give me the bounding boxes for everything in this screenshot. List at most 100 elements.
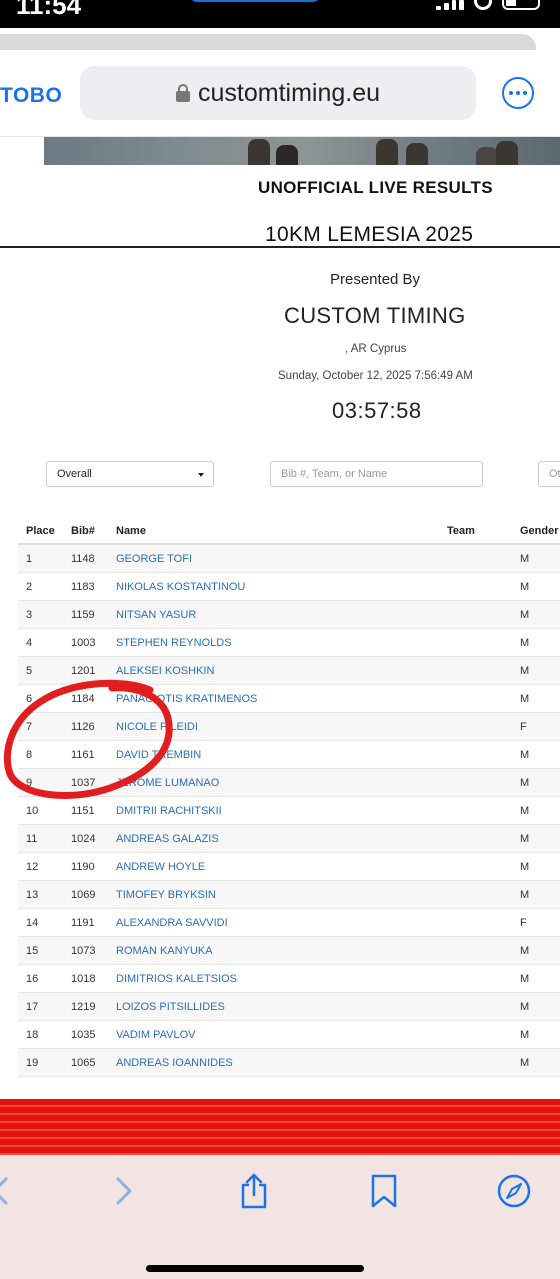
place-cell: 12 [26,861,39,873]
name-link[interactable]: ANDREAS IOANNIDES [116,1057,233,1069]
gender-cell: M [520,637,530,649]
division-select-value: Overall [57,468,92,480]
bib-cell: 1037 [71,777,96,789]
table-row[interactable]: 19 1065 ANDREAS IOANNIDES M [18,1049,560,1077]
column-header-place[interactable]: Place [26,525,55,537]
bib-cell: 1159 [71,609,95,621]
secondary-filter[interactable]: Ot [538,461,560,487]
table-row[interactable]: 15 1073 ROMAN KANYUKA M [18,937,560,965]
gender-cell: M [520,973,530,985]
table-row[interactable]: 4 1003 STEPHEN REYNOLDS M [18,629,560,657]
column-header-gender[interactable]: Gender [520,525,559,537]
table-row[interactable]: 10 1151 DMITRII RACHITSKII M [18,797,560,825]
name-link[interactable]: TIMOFEY BRYKSIN [116,889,216,901]
lock-icon [175,84,190,102]
name-link[interactable]: ALEXANDRA SAVVIDI [116,917,228,929]
table-row[interactable]: 8 1161 DAVID TREMBIN M [18,741,560,769]
bib-cell: 1126 [71,721,95,733]
browser-bar: TOBO customtiming.eu [0,50,560,136]
bib-cell: 1161 [71,749,95,761]
name-link[interactable]: ROMAN KANYUKA [116,945,213,957]
place-cell: 3 [26,609,33,621]
gender-cell: M [520,1057,530,1069]
column-header-bib[interactable]: Bib# [71,525,95,537]
gender-cell: M [520,1029,530,1041]
battery-icon [502,0,540,10]
url-text: customtiming.eu [197,78,381,107]
name-link[interactable]: DIMITRIOS KALETSIOS [116,973,237,985]
division-select[interactable]: Overall [46,461,214,487]
place-cell: 4 [26,637,33,649]
bib-cell: 1190 [71,861,95,873]
bib-cell: 1219 [71,1001,96,1013]
name-link[interactable]: NITSAN YASUR [116,609,196,621]
home-indicator [146,1265,364,1272]
table-row[interactable]: 5 1201 ALEKSEI KOSHKIN M [18,657,560,685]
name-link[interactable]: STEPHEN REYNOLDS [116,637,232,649]
results-heading: UNOFFICIAL LIVE RESULTS [258,178,493,197]
name-link[interactable]: PANAGIOTIS KRATIMENOS [116,693,257,705]
back-button[interactable]: TOBO [0,84,62,108]
table-row[interactable]: 13 1069 TIMOFEY BRYKSIN M [18,881,560,909]
gender-cell: M [520,553,530,565]
gender-cell: M [520,777,530,789]
table-row[interactable]: 6 1184 PANAGIOTIS KRATIMENOS M [18,685,560,713]
name-link[interactable]: NIKOLAS KOSTANTINOU [116,581,245,593]
gender-cell: M [520,861,530,873]
name-link[interactable]: NICOLE PILEIDI [116,721,198,733]
ad-banner[interactable] [0,1099,560,1155]
share-icon[interactable] [234,1171,274,1211]
name-link[interactable]: LOIZOS PITSILLIDES [116,1001,225,1013]
event-title: 10KM LEMESIA 2025 [265,223,474,246]
place-cell: 10 [26,805,39,817]
name-link[interactable]: ANDREAS GALAZIS [116,833,219,845]
table-row[interactable]: 18 1035 VADIM PAVLOV M [18,1021,560,1049]
table-row[interactable]: 14 1191 ALEXANDRA SAVVIDI F [18,909,560,937]
name-link[interactable]: DMITRII RACHITSKII [116,805,222,817]
name-link[interactable]: ANDREW HOYLE [116,861,205,873]
elapsed-time: 03:57:58 [332,398,422,423]
event-datetime: Sunday, October 12, 2025 7:56:49 AM [278,370,473,382]
column-header-name[interactable]: Name [116,525,146,537]
place-cell: 11 [26,833,38,845]
table-row[interactable]: 17 1219 LOIZOS PITSILLIDES M [18,993,560,1021]
name-link[interactable]: GEORGE TOFI [116,553,192,565]
secondary-filter-placeholder: Ot [549,468,560,480]
table-row[interactable]: 3 1159 NITSAN YASUR M [18,601,560,629]
compass-icon[interactable] [494,1171,534,1211]
table-row[interactable]: 7 1126 NICOLE PILEIDI F [18,713,560,741]
place-cell: 7 [26,721,33,733]
table-row[interactable]: 16 1018 DIMITRIOS KALETSIOS M [18,965,560,993]
dot-icon [516,91,520,95]
column-header-team[interactable]: Team [447,525,475,537]
name-link[interactable]: VADIM PAVLOV [116,1029,195,1041]
gender-cell: F [520,917,527,929]
table-row[interactable]: 1 1148 GEORGE TOFI M [18,545,560,573]
bib-cell: 1191 [71,917,95,929]
address-bar[interactable]: customtiming.eu [80,66,476,120]
table-row[interactable]: 2 1183 NIKOLAS KOSTANTINOU M [18,573,560,601]
back-arrow-icon[interactable] [0,1171,20,1211]
bib-cell: 1201 [71,665,96,677]
name-link[interactable]: JEROME LUMANAO [116,777,219,789]
dot-icon [509,91,513,95]
place-cell: 14 [26,917,39,929]
place-cell: 15 [26,945,39,957]
browser-toolbar [0,1155,560,1279]
name-link[interactable]: ALEKSEI KOSHKIN [116,665,214,677]
bib-cell: 1024 [71,833,96,845]
dot-icon [523,91,527,95]
bib-cell: 1003 [71,637,96,649]
table-row[interactable]: 11 1024 ANDREAS GALAZIS M [18,825,560,853]
search-input[interactable] [270,461,483,487]
table-row[interactable]: 9 1037 JEROME LUMANAO M [18,769,560,797]
forward-arrow-icon[interactable] [104,1171,144,1211]
table-header: Place Bib# Name Team Gender [18,517,560,545]
table-row[interactable]: 12 1190 ANDREW HOYLE M [18,853,560,881]
organizer-name: CUSTOM TIMING [284,303,466,328]
dynamic-island [188,0,322,2]
name-link[interactable]: DAVID TREMBIN [116,749,201,761]
bookmarks-icon[interactable] [364,1171,404,1211]
bib-cell: 1065 [71,1057,96,1069]
more-options-button[interactable] [502,77,534,109]
